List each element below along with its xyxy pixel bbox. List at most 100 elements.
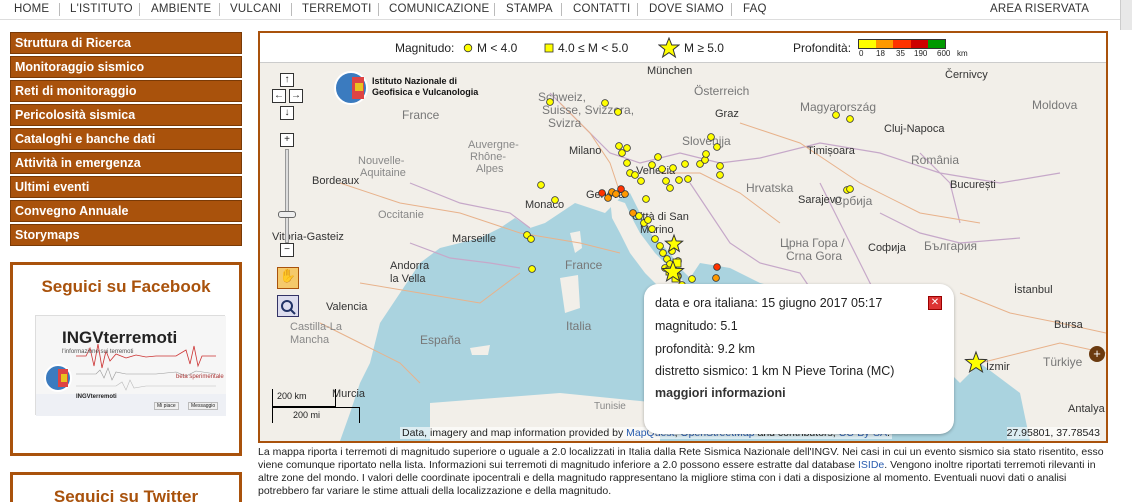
page-scrollbar[interactable] [1120,0,1132,30]
nav-separator [219,3,220,16]
earthquake-marker-small[interactable] [527,235,535,243]
zoom-out-button[interactable]: − [280,243,294,257]
earthquake-marker-small[interactable] [623,159,631,167]
earthquake-marker-small[interactable] [712,274,720,282]
menu-reti-di-monitoraggio[interactable]: Reti di monitoraggio [10,80,242,102]
earthquake-marker-small[interactable] [615,142,623,150]
earthquake-marker-small[interactable] [629,209,637,217]
zoom-in-button[interactable]: + [280,133,294,147]
earthquake-marker-small[interactable] [601,99,609,107]
facebook-brand: INGVterremoti [62,328,178,347]
earthquake-marker-small[interactable] [659,249,667,257]
top-navigation: HOME L'ISTITUTO AMBIENTE VULCANI TERREMO… [0,0,1132,20]
earthquake-marker-small[interactable] [644,216,652,224]
earthquake-marker-small[interactable] [651,235,659,243]
nav-separator [731,3,732,16]
nav-vulcani[interactable]: VULCANI [230,3,281,15]
nav-separator [637,3,638,16]
map-description: La mappa riporta i terremoti di magnitud… [258,446,1118,498]
earthquake-marker-small[interactable] [648,225,656,233]
zoom-box-icon[interactable] [277,295,299,317]
earthquake-marker-small[interactable] [666,184,674,192]
nav-terremoti[interactable]: TERREMOTI [302,3,372,15]
map-legend: Magnitudo: M < 4.0 4.0 ≤ M < 5.0 M ≥ 5.0… [260,33,1106,63]
earthquake-marker-small[interactable] [642,195,650,203]
map-viewport[interactable]: München Österreich Schweiz, Suisse, Sviz… [260,63,1106,441]
menu-convegno-annuale[interactable]: Convegno Annuale [10,200,242,222]
nav-comunicazione[interactable]: COMUNICAZIONE [389,3,489,15]
earthquake-marker-large-star[interactable] [964,350,988,374]
nav-dove-siamo[interactable]: DOVE SIAMO [649,3,724,15]
earthquake-marker-small[interactable] [846,115,854,123]
earthquake-marker-small[interactable] [546,98,554,106]
earthquake-popup: ✕ data e ora italiana: 15 giugno 2017 05… [644,284,954,434]
earthquake-marker-small[interactable] [832,111,840,119]
close-popup-icon[interactable]: ✕ [928,296,942,310]
nav-contatti[interactable]: CONTATTI [573,3,630,15]
nav-faq[interactable]: FAQ [743,3,767,15]
nav-stampa[interactable]: STAMPA [506,3,553,15]
legend-small: M < 4.0 [477,41,518,55]
earthquake-marker-small[interactable] [551,196,559,204]
menu-cataloghi-e-banche-dati[interactable]: Cataloghi e banche dati [10,128,242,150]
nav-area-riservata[interactable]: AREA RISERVATA [990,3,1089,15]
popup-date-value: 15 giugno 2017 05:17 [761,296,883,310]
menu-struttura-di-ricerca[interactable]: Struttura di Ricerca [10,32,242,54]
nav-separator [291,3,292,16]
earthquake-marker-small[interactable] [707,133,715,141]
earthquake-marker-small[interactable] [623,144,631,152]
nav-home[interactable]: HOME [14,3,49,15]
earthquake-marker-small[interactable] [631,171,639,179]
earthquake-marker-small[interactable] [637,177,645,185]
earthquake-marker-small[interactable] [662,177,670,185]
earthquake-marker-small[interactable] [846,185,854,193]
earthquake-marker-small[interactable] [648,161,656,169]
popup-more-info-link[interactable]: maggiori informazioni [655,386,786,400]
earthquake-marker-small[interactable] [604,194,612,202]
legend-large: M ≥ 5.0 [684,41,724,55]
facebook-like-button[interactable]: Mi piace [154,402,179,410]
pan-hand-icon[interactable]: ✋ [277,267,299,289]
pan-right-button[interactable]: → [289,89,303,103]
scale-km-label: 200 km [277,391,307,401]
pan-left-button[interactable]: ← [272,89,286,103]
earthquake-marker-small[interactable] [684,175,692,183]
depth-tick-190: 190 [914,49,928,58]
earthquake-marker-small[interactable] [669,164,677,172]
pan-down-button[interactable]: ↓ [280,106,294,120]
iside-link[interactable]: ISIDe [858,459,884,471]
facebook-page-card[interactable]: INGVterremoti l'informazione sui terremo… [35,315,226,416]
menu-attivita-in-emergenza[interactable]: Attività in emergenza [10,152,242,174]
earthquake-marker-small[interactable] [716,162,724,170]
earthquake-marker-small[interactable] [598,189,606,197]
earthquake-marker-small[interactable] [681,160,689,168]
zoom-slider-track[interactable] [285,149,289,243]
popup-depth-value: 9.2 km [717,342,756,356]
menu-monitoraggio-sismico[interactable]: Monitoraggio sismico [10,56,242,78]
earthquake-marker-small[interactable] [713,263,721,271]
earthquake-marker-small[interactable] [688,275,696,283]
earthquake-marker-small[interactable] [716,171,724,179]
earthquake-marker-small[interactable] [702,150,710,158]
earthquake-marker-small[interactable] [528,265,536,273]
earthquake-marker-small[interactable] [614,108,622,116]
facebook-message-button[interactable]: Messaggio [188,402,219,410]
earthquake-marker-small[interactable] [713,143,721,151]
menu-storymaps[interactable]: Storymaps [10,224,242,246]
earthquake-marker-small[interactable] [656,242,664,250]
menu-ultimi-eventi[interactable]: Ultimi eventi [10,176,242,198]
legend-large-star-icon [658,37,680,59]
earthquake-marker-small[interactable] [537,181,545,189]
menu-pericolosita-sismica[interactable]: Pericolosità sismica [10,104,242,126]
earthquake-marker-small[interactable] [675,176,683,184]
earthquake-marker-small[interactable] [654,153,662,161]
expand-layer-button[interactable]: + [1089,346,1105,362]
earthquake-marker-small[interactable] [658,165,666,173]
legend-small-circle-icon [463,43,473,53]
legend-depth-label: Profondità: [793,41,852,55]
pan-up-button[interactable]: ↑ [280,73,294,87]
earthquake-marker-small[interactable] [617,185,625,193]
zoom-slider-handle[interactable] [278,211,296,218]
nav-istituto[interactable]: L'ISTITUTO [70,3,133,15]
nav-ambiente[interactable]: AMBIENTE [151,3,211,15]
